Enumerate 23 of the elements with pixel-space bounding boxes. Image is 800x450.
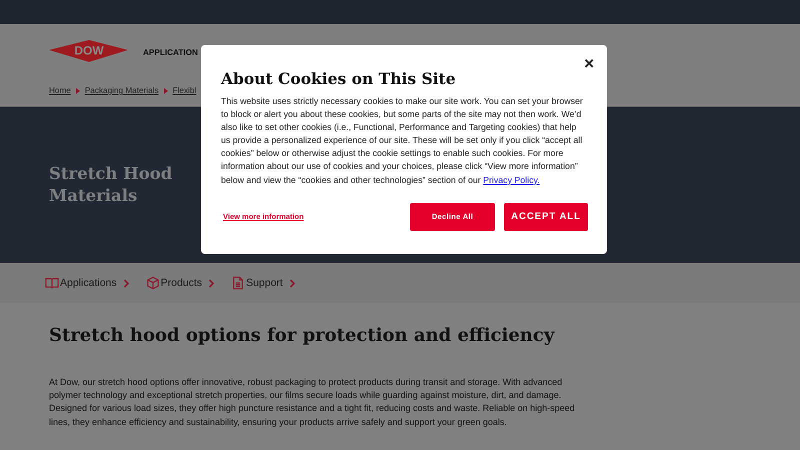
nav-link[interactable]: APPLICATION — [143, 48, 198, 56]
book-icon — [45, 276, 59, 290]
chevron-icon — [164, 88, 168, 94]
privacy-policy-link[interactable]: Privacy Policy. — [483, 174, 540, 185]
chevron-icon — [208, 278, 216, 288]
chevron-icon — [288, 278, 296, 288]
breadcrumb-link[interactable]: Packaging Materials — [84, 86, 159, 95]
dialog-title: About Cookies on This Site — [221, 69, 457, 88]
breadcrumb-link[interactable]: Home — [49, 86, 71, 95]
section-link[interactable]: Applications — [45, 276, 117, 290]
section-heading: Stretch hood options for protection and efficiency — [49, 325, 556, 346]
cube-icon — [146, 276, 160, 290]
section-link[interactable]: Products — [146, 276, 202, 290]
close-button[interactable]: × — [581, 55, 597, 73]
section-link[interactable]: Support — [231, 276, 283, 290]
chevron-icon — [122, 278, 130, 288]
breadcrumb-link[interactable]: Flexibl — [172, 86, 196, 95]
document-icon — [231, 276, 246, 290]
accept-button[interactable]: ACCEPT ALL — [504, 202, 588, 231]
chevron-icon — [76, 88, 80, 94]
page-title: Stretch Hood Materials — [49, 163, 172, 207]
intro-paragraph: At Dow, our stretch hood options offer innovative, robust packaging to protect products during transit and storage. With advanced polymer technology and exceptional stretch properties, our films secure loads while guarding against moisture, dirt, and damage. Designed for various load sizes, they offer high puncture resistance and a tight fit, reducing costs and waste. Reliable on high-speed lines, they enhance efficiency and sustainability, ensuring your products arrive safely and support your green goals. — [49, 376, 576, 429]
dialog-text: This website uses strictly necessary cookies to make our site work. You can set your browser to block or alert you about these cookies, but some parts of the site may not then work. We’d also like to set other cookies (i.e., Functional, Performance and Targeting cookies) that help us provide a personalized experience of our site. These will be set only if you click “accept all cookies” below or otherwise adjust the cookie settings to enable such cookies. For more information about our use of cookies and your choices, please click “View more information” below and view the “cookies and other technologies” section of our Privacy Policy. — [221, 95, 584, 187]
